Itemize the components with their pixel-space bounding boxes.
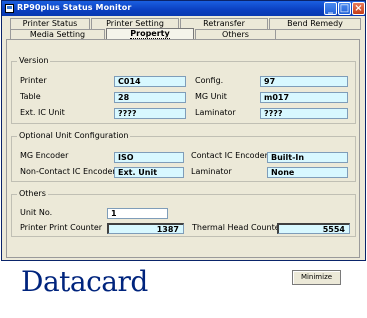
unit-no-label: Unit No.	[20, 208, 53, 217]
others-group: Others Unit No. 1 Printer Print Counter …	[11, 189, 356, 237]
ext-ic-unit-value: ????	[114, 108, 186, 119]
print-counter-value: 1387	[107, 223, 184, 234]
tab-property-label: Property	[130, 29, 170, 39]
printer-label: Printer	[20, 76, 47, 85]
laminator-version-value: ????	[260, 108, 348, 119]
noncontact-ic-encoder-label: Non-Contact IC Encoder	[20, 167, 116, 176]
optional-unit-group: Optional Unit Configuration MG Encoder I…	[11, 131, 356, 182]
minimize-window-button[interactable]: _	[324, 2, 337, 15]
unit-no-input[interactable]: 1	[107, 208, 168, 219]
contact-ic-encoder-label: Contact IC Encoder	[191, 151, 268, 160]
window-title: RP90plus Status Monitor	[17, 3, 132, 12]
maximize-window-button[interactable]: □	[338, 2, 351, 15]
others-group-label: Others	[17, 189, 48, 198]
mg-encoder-value: ISO	[114, 152, 184, 163]
tab-bend-remedy[interactable]: Bend Remedy	[269, 18, 361, 30]
thermal-head-counter-label: Thermal Head Counter	[192, 223, 283, 232]
mg-unit-label: MG Unit	[195, 92, 227, 101]
datacard-logo: Datacard	[21, 265, 148, 298]
config-label: Config.	[195, 76, 224, 85]
app-icon	[5, 4, 14, 13]
noncontact-ic-encoder-value: Ext. Unit	[114, 167, 184, 178]
ext-ic-unit-label: Ext. IC Unit	[20, 108, 65, 117]
minimize-button[interactable]: Minimize	[292, 270, 341, 285]
table-value: 28	[114, 92, 186, 103]
table-label: Table	[20, 92, 41, 101]
mg-encoder-label: MG Encoder	[20, 151, 69, 160]
close-icon: ×	[354, 3, 363, 14]
tab-printer-status[interactable]: Printer Status	[10, 18, 90, 29]
optional-unit-group-label: Optional Unit Configuration	[17, 131, 131, 140]
thermal-head-counter-value: 5554	[277, 223, 350, 234]
laminator-version-label: Laminator	[195, 108, 236, 117]
close-window-button[interactable]: ×	[352, 2, 365, 15]
property-panel: Version Printer C014 Config. 97 Table 28…	[6, 39, 360, 258]
config-value: 97	[260, 76, 348, 87]
version-group-label: Version	[17, 56, 51, 65]
contact-ic-encoder-value: Built-In	[267, 152, 348, 163]
mg-unit-value: m017	[260, 92, 348, 103]
version-group: Version Printer C014 Config. 97 Table 28…	[11, 56, 356, 124]
print-counter-label: Printer Print Counter	[20, 223, 103, 232]
laminator-optional-value: None	[267, 167, 348, 178]
printer-value: C014	[114, 76, 186, 87]
maximize-icon: □	[339, 3, 350, 14]
laminator-optional-label: Laminator	[191, 167, 232, 176]
title-bar[interactable]: RP90plus Status Monitor _ □ ×	[2, 1, 365, 16]
minimize-icon: _	[328, 3, 333, 14]
